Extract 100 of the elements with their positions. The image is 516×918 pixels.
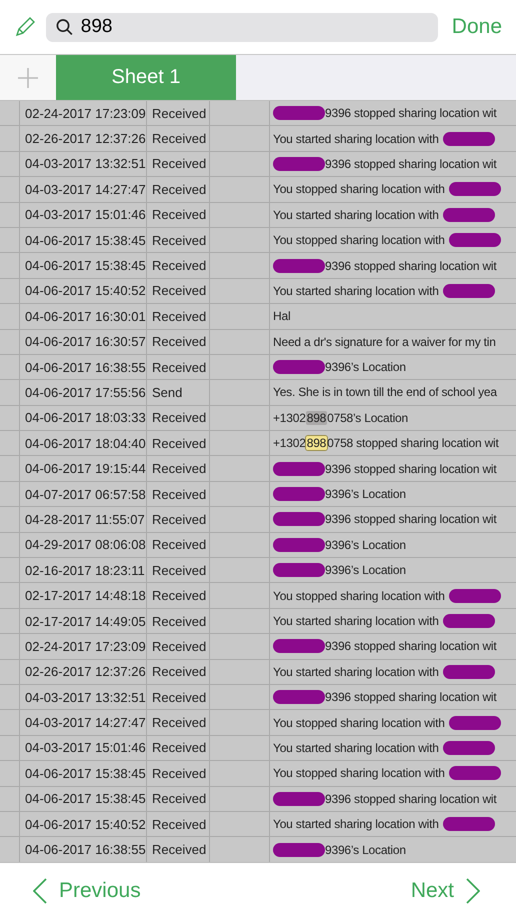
date-cell: 04-06-2017 15:40:52 bbox=[20, 812, 147, 836]
date-cell: 02-26-2017 12:37:26 bbox=[20, 660, 147, 684]
message-text: 9396 stopped sharing location wit bbox=[325, 462, 497, 476]
search-icon bbox=[56, 18, 73, 36]
message-text: 9396 stopped sharing location wit bbox=[325, 639, 497, 654]
type-cell: Received bbox=[147, 253, 210, 278]
type-cell: Received bbox=[147, 406, 210, 430]
message-text: 9396 stopped sharing location wit bbox=[325, 156, 497, 171]
date-cell: 04-28-2017 11:55:07 bbox=[20, 507, 147, 532]
type-cell: Received bbox=[147, 228, 210, 252]
date-cell: 04-06-2017 15:40:52 bbox=[20, 278, 147, 304]
message-text: Hal bbox=[273, 309, 290, 324]
date-cell: 04-06-2017 17:55:56 bbox=[20, 380, 147, 405]
type-cell: Received bbox=[147, 786, 210, 811]
type-cell: Received bbox=[147, 583, 210, 608]
message-text: You stopped sharing location with bbox=[273, 716, 445, 730]
type-cell: Received bbox=[147, 608, 210, 634]
message-text: You stopped sharing location with bbox=[273, 182, 445, 196]
date-cell: 04-03-2017 15:01:46 bbox=[20, 202, 147, 227]
date-cell: 04-06-2017 18:03:33 bbox=[20, 406, 147, 430]
next-button[interactable]: Next bbox=[410, 878, 480, 904]
type-cell: Received bbox=[147, 482, 210, 506]
message-text: You started sharing location with bbox=[273, 284, 439, 298]
type-cell: Received bbox=[147, 710, 210, 735]
message-text: You started sharing location with bbox=[273, 740, 439, 755]
date-cell: 04-03-2017 14:27:47 bbox=[20, 710, 147, 735]
type-cell: Received bbox=[147, 456, 210, 481]
date-cell: 04-06-2017 15:38:45 bbox=[20, 761, 147, 786]
type-cell: Received bbox=[147, 684, 210, 710]
type-cell: Received bbox=[147, 507, 210, 532]
sheet-tab[interactable]: Sheet 1 bbox=[56, 55, 236, 100]
previous-button[interactable]: Previous bbox=[33, 878, 141, 904]
type-cell: Received bbox=[147, 431, 210, 456]
chevron-right-icon bbox=[466, 878, 480, 904]
message-text: 9396 stopped sharing location wit bbox=[325, 792, 497, 806]
type-cell: Received bbox=[147, 152, 210, 176]
type-cell: Received bbox=[147, 304, 210, 329]
type-cell: Received bbox=[147, 532, 210, 558]
date-cell: 04-06-2017 16:38:55 bbox=[20, 354, 147, 380]
message-text: You started sharing location with bbox=[273, 817, 439, 832]
message-text: 9396’s Location bbox=[325, 842, 406, 857]
pencil-icon[interactable] bbox=[14, 16, 36, 38]
message-text: You started sharing location with bbox=[273, 614, 439, 628]
plus-icon bbox=[17, 66, 39, 88]
date-cell: 04-03-2017 14:27:47 bbox=[20, 177, 147, 202]
message-text: Yes. She is in town till the end of school yea bbox=[273, 385, 497, 400]
message-text: 9396 stopped sharing location wit bbox=[325, 690, 497, 704]
type-cell: Received bbox=[147, 126, 210, 151]
date-cell: 04-07-2017 06:57:58 bbox=[20, 482, 147, 506]
chevron-left-icon bbox=[33, 878, 47, 904]
message-text: You started sharing location with bbox=[273, 208, 439, 222]
type-cell: Received bbox=[147, 660, 210, 684]
done-button[interactable]: Done bbox=[448, 15, 506, 39]
date-cell: 02-17-2017 14:48:18 bbox=[20, 583, 147, 608]
type-cell: Received bbox=[147, 812, 210, 836]
message-text: You stopped sharing location with bbox=[273, 766, 445, 780]
date-cell: 04-06-2017 16:30:57 bbox=[20, 330, 147, 354]
message-text: 9396 stopped sharing location wit bbox=[325, 106, 497, 120]
date-cell: 04-06-2017 18:04:40 bbox=[20, 431, 147, 456]
message-text: 9396’s Location bbox=[325, 487, 406, 502]
message-text: 9396 stopped sharing location wit bbox=[325, 258, 497, 273]
search-input[interactable]: 898 bbox=[80, 16, 428, 38]
message-text: 9396’s Location bbox=[325, 563, 406, 578]
message-text: You stopped sharing location with bbox=[273, 233, 445, 248]
date-cell: 02-16-2017 18:23:11 bbox=[20, 558, 147, 582]
date-cell: 04-06-2017 15:38:45 bbox=[20, 786, 147, 811]
date-cell: 04-06-2017 16:38:55 bbox=[20, 837, 147, 862]
type-cell: Received bbox=[147, 837, 210, 862]
type-cell: Received bbox=[147, 330, 210, 354]
type-cell: Received bbox=[147, 101, 210, 126]
type-cell: Received bbox=[147, 558, 210, 582]
message-text: 9396’s Location bbox=[325, 360, 406, 374]
type-cell: Received bbox=[147, 278, 210, 304]
message-text: Need a dr's signature for a waiver for my tin bbox=[273, 334, 496, 349]
message-text: You stopped sharing location with bbox=[273, 588, 445, 603]
type-cell: Received bbox=[147, 177, 210, 202]
date-cell: 04-06-2017 15:38:45 bbox=[20, 253, 147, 278]
message-text: 9396 stopped sharing location wit bbox=[325, 512, 497, 526]
date-cell: 02-24-2017 17:23:09 bbox=[20, 101, 147, 126]
search-field[interactable]: 898 bbox=[46, 12, 438, 42]
date-cell: 02-24-2017 17:23:09 bbox=[20, 634, 147, 659]
date-cell: 02-17-2017 14:49:05 bbox=[20, 608, 147, 634]
date-cell: 04-03-2017 15:01:46 bbox=[20, 736, 147, 760]
type-cell: Received bbox=[147, 761, 210, 786]
date-cell: 04-03-2017 13:32:51 bbox=[20, 152, 147, 176]
date-cell: 04-06-2017 19:15:44 bbox=[20, 456, 147, 481]
date-cell: 04-06-2017 15:38:45 bbox=[20, 228, 147, 252]
type-cell: Received bbox=[147, 202, 210, 227]
date-cell: 04-06-2017 16:30:01 bbox=[20, 304, 147, 329]
message-text: You started sharing location with bbox=[273, 664, 439, 679]
type-cell: Received bbox=[147, 354, 210, 380]
type-cell: Send bbox=[147, 380, 210, 405]
message-text: +13028980758’s Location bbox=[273, 410, 408, 425]
date-cell: 04-03-2017 13:32:51 bbox=[20, 684, 147, 710]
message-text: 9396’s Location bbox=[325, 538, 406, 552]
message-text: You started sharing location with bbox=[273, 132, 439, 146]
date-cell: 02-26-2017 12:37:26 bbox=[20, 126, 147, 151]
type-cell: Received bbox=[147, 634, 210, 659]
date-cell: 04-29-2017 08:06:08 bbox=[20, 532, 147, 558]
type-cell: Received bbox=[147, 736, 210, 760]
